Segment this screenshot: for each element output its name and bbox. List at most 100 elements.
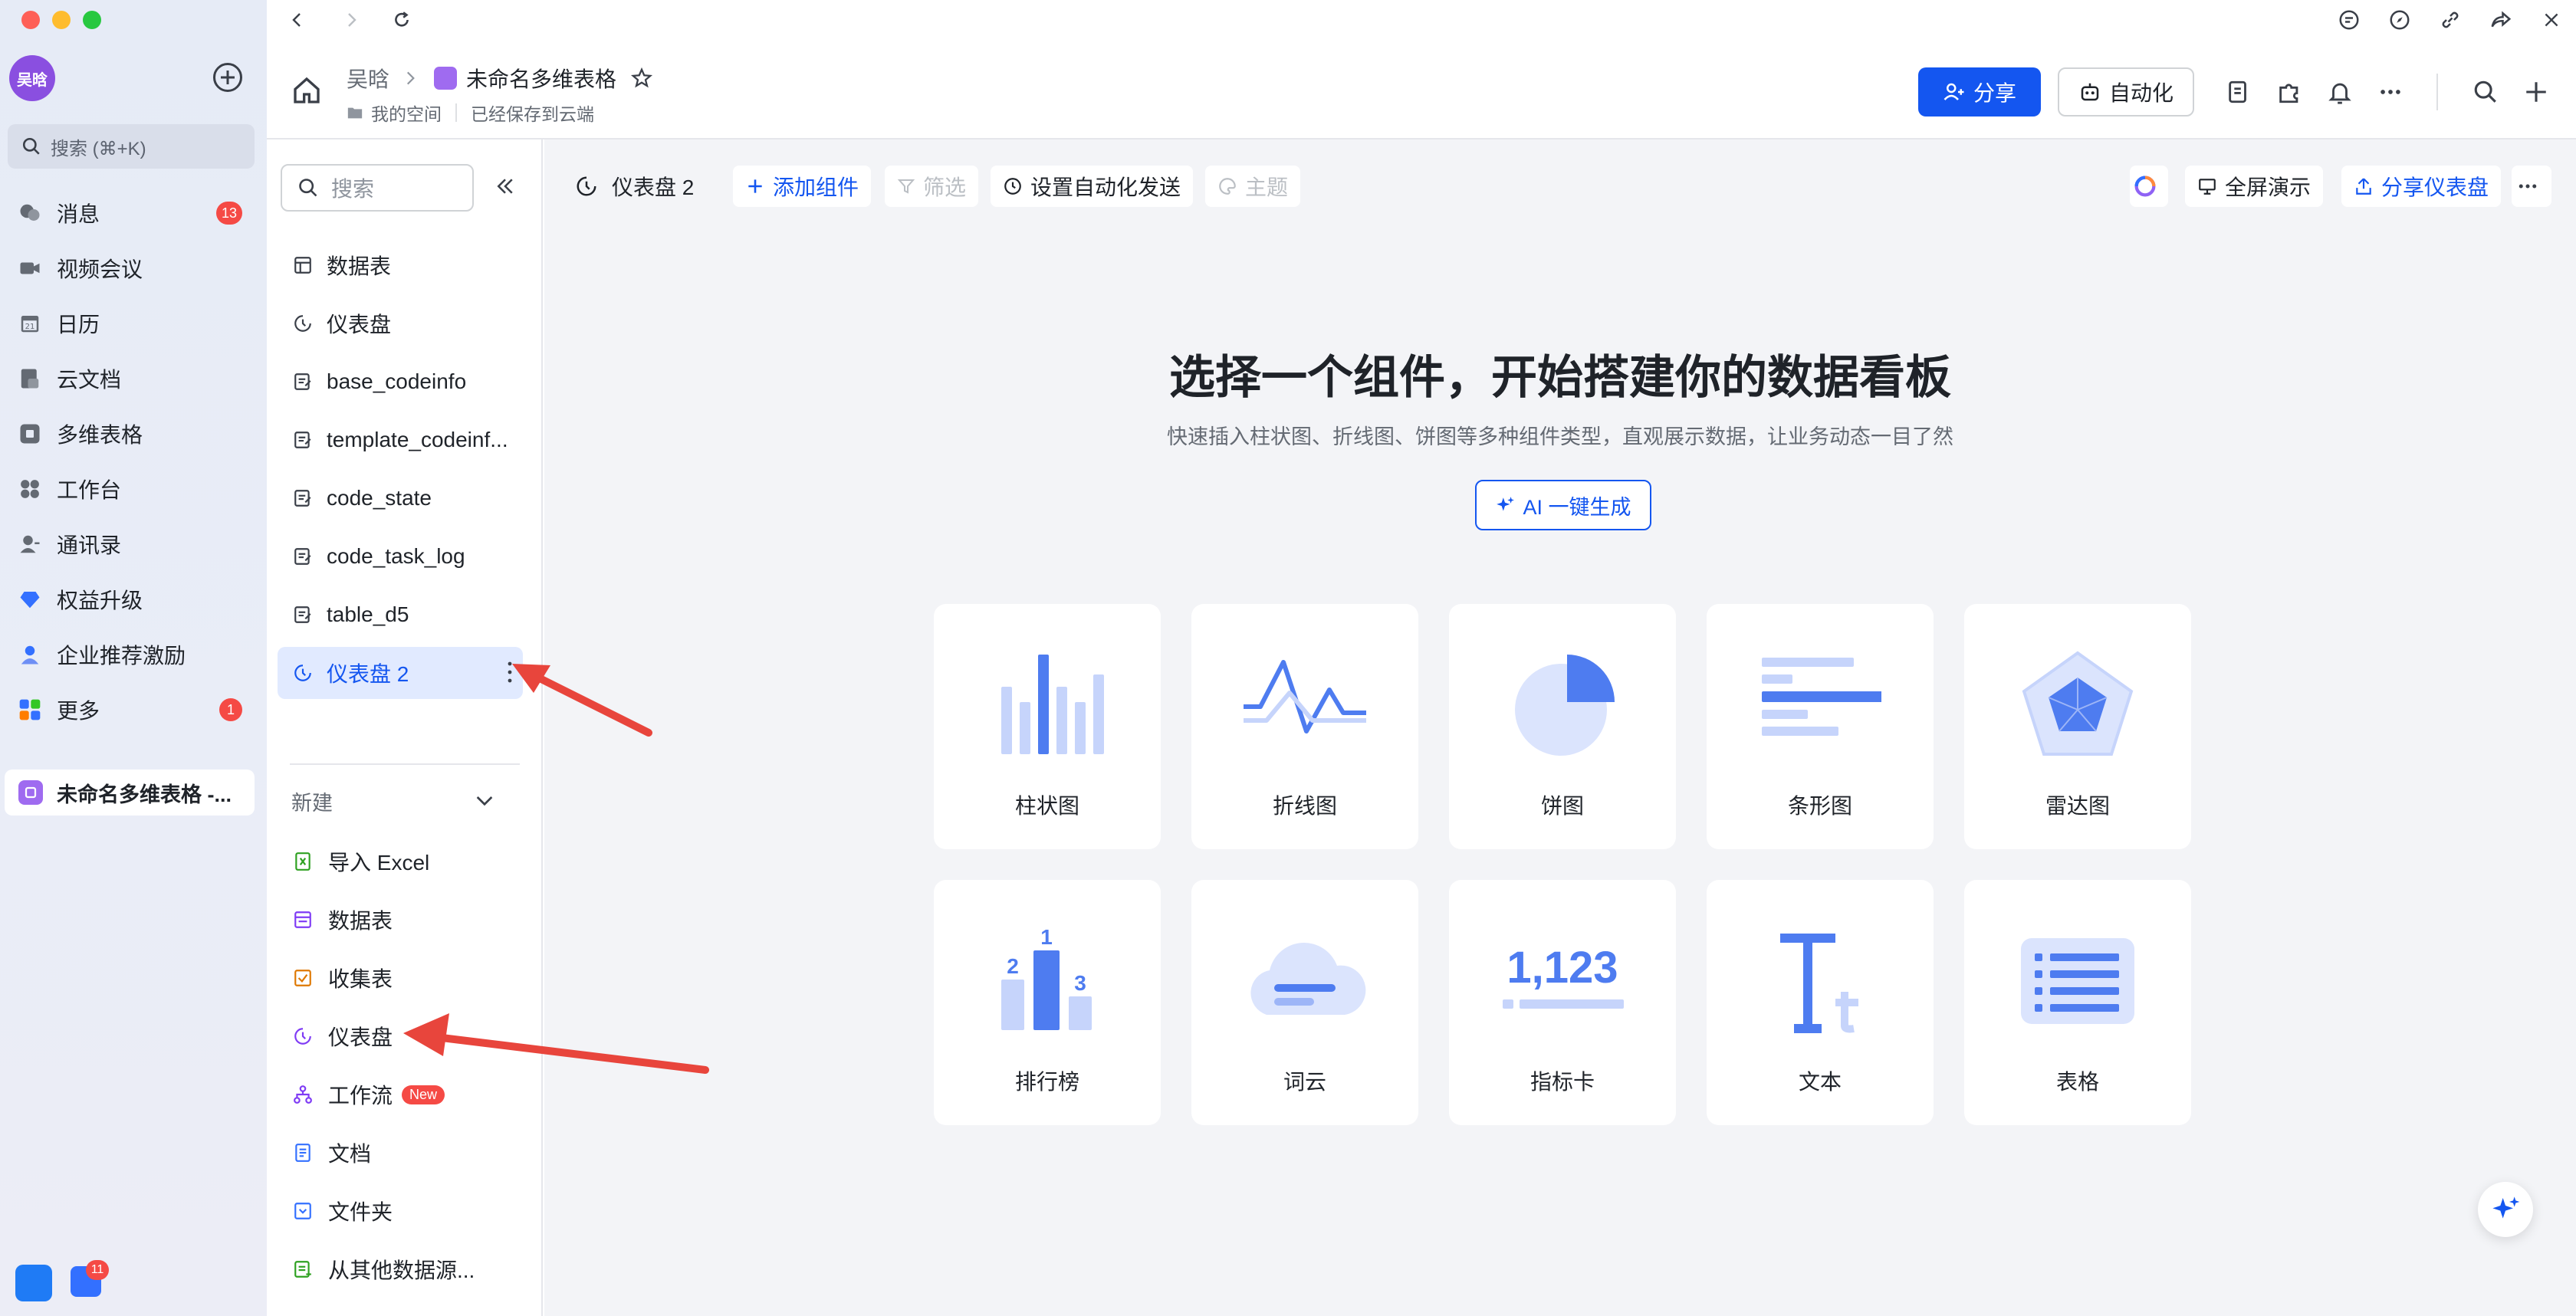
grid-table-icon bbox=[291, 908, 314, 931]
widget-card-line[interactable]: 折线图 bbox=[1191, 604, 1418, 849]
refresh-icon[interactable] bbox=[388, 6, 416, 34]
window-zoom-dot[interactable] bbox=[83, 11, 101, 29]
share-dashboard-button[interactable]: 分享仪表盘 bbox=[2341, 166, 2502, 207]
widget-card-pie[interactable]: 饼图 bbox=[1449, 604, 1676, 849]
close-icon[interactable] bbox=[2538, 6, 2565, 34]
ai-generate-label: AI 一键生成 bbox=[1523, 495, 1631, 519]
dashboard-more-button[interactable] bbox=[2512, 166, 2551, 207]
current-doc-tab[interactable]: 未命名多维表格 -... bbox=[5, 770, 255, 816]
comment-icon[interactable] bbox=[2335, 6, 2363, 34]
location-label[interactable]: 我的空间 bbox=[371, 100, 442, 126]
global-search[interactable]: 搜索 (⌘+K) bbox=[8, 124, 255, 169]
widget-label: 柱状图 bbox=[1014, 794, 1079, 818]
new-import-excel[interactable]: 导入 Excel bbox=[291, 840, 429, 883]
avatar[interactable]: 吴晗 bbox=[9, 55, 55, 101]
add-widget-button[interactable]: 添加组件 bbox=[733, 166, 872, 207]
widget-card-word-cloud[interactable]: 词云 bbox=[1191, 880, 1418, 1125]
ai-assistant-button[interactable] bbox=[2130, 166, 2168, 207]
create-plus-icon[interactable] bbox=[213, 63, 242, 92]
nav-upgrade[interactable]: 权益升级 bbox=[0, 575, 267, 624]
doc-title[interactable]: 未命名多维表格 bbox=[466, 63, 616, 94]
form-table-icon bbox=[291, 428, 314, 451]
nav-video-meeting[interactable]: 视频会议 bbox=[0, 244, 267, 293]
widget-card-text[interactable]: 文本 bbox=[1707, 880, 1934, 1125]
nav-label: 权益升级 bbox=[57, 589, 143, 612]
nav-more[interactable]: 更多 1 bbox=[0, 685, 267, 734]
star-icon[interactable] bbox=[630, 67, 653, 90]
new-document[interactable]: 文档 bbox=[291, 1131, 371, 1174]
nav-base[interactable]: 多维表格 bbox=[0, 409, 267, 458]
table-search-input[interactable]: 搜索 bbox=[281, 164, 474, 212]
automation-button[interactable]: 自动化 bbox=[2058, 67, 2194, 117]
nav-contacts[interactable]: 通讯录 bbox=[0, 520, 267, 569]
dashboard-toolbar: 仪表盘 2 添加组件 筛选 设置自动化发送 主题 全屏演示 分享仪表盘 bbox=[544, 139, 2576, 231]
nav-cloud-docs[interactable]: 云文档 bbox=[0, 354, 267, 403]
ai-assistant-fab[interactable] bbox=[2478, 1182, 2533, 1237]
plus-icon bbox=[748, 179, 762, 193]
plus-icon[interactable] bbox=[2521, 77, 2551, 107]
new-dashboard[interactable]: 仪表盘 bbox=[291, 1015, 393, 1058]
contacts-icon bbox=[17, 531, 43, 557]
widget-card-bar[interactable]: 柱状图 bbox=[934, 604, 1161, 849]
ai-generate-button[interactable]: AI 一键生成 bbox=[1475, 480, 1651, 530]
widget-card-horizontal-bar[interactable]: 条形图 bbox=[1707, 604, 1934, 849]
search-icon[interactable] bbox=[2470, 77, 2501, 107]
table-item-active[interactable]: 仪表盘 2 bbox=[278, 647, 523, 699]
new-form[interactable]: 收集表 bbox=[291, 957, 393, 999]
back-icon[interactable] bbox=[284, 6, 311, 34]
forward-share-icon[interactable] bbox=[2487, 6, 2515, 34]
table-item[interactable]: code_task_log bbox=[278, 530, 523, 583]
window-close-dot[interactable] bbox=[21, 11, 40, 29]
widget-card-radar[interactable]: 雷达图 bbox=[1964, 604, 2191, 849]
table-item[interactable]: 数据表 bbox=[278, 239, 523, 291]
doc-info-icon[interactable] bbox=[2223, 77, 2254, 107]
presentation-icon bbox=[2199, 179, 2216, 195]
nav-messages[interactable]: 消息 13 bbox=[0, 189, 267, 238]
auto-send-button[interactable]: 设置自动化发送 bbox=[991, 166, 1194, 207]
widget-card-metric[interactable]: 1,123 指标卡 bbox=[1449, 880, 1676, 1125]
new-data-table[interactable]: 数据表 bbox=[291, 898, 393, 941]
link-icon[interactable] bbox=[2436, 6, 2464, 34]
breadcrumb-owner[interactable]: 吴晗 bbox=[347, 63, 389, 94]
empty-state-subtitle: 快速插入柱状图、折线图、饼图等多种组件类型，直观展示数据，让业务动态一目了然 bbox=[1167, 425, 1953, 448]
table-icon bbox=[2021, 938, 2134, 1024]
new-item-label: 导入 Excel bbox=[328, 851, 430, 875]
dashboard-tab[interactable]: 仪表盘 2 bbox=[575, 166, 694, 207]
plugin-puzzle-icon[interactable] bbox=[2274, 77, 2305, 107]
table-item-label: code_state bbox=[327, 486, 432, 510]
widget-card-ranking[interactable]: 2 1 3 排行榜 bbox=[934, 880, 1161, 1125]
feishu-logo-icon[interactable] bbox=[15, 1265, 52, 1301]
table-item[interactable]: 仪表盘 bbox=[278, 297, 523, 350]
widget-card-table[interactable]: 表格 bbox=[1964, 880, 2191, 1125]
filter-button[interactable]: 筛选 bbox=[885, 166, 979, 207]
new-folder[interactable]: 文件夹 bbox=[291, 1190, 393, 1232]
share-button[interactable]: 分享 bbox=[1918, 67, 2041, 117]
shortcut-badge: 11 bbox=[86, 1260, 109, 1280]
fullscreen-present-button[interactable]: 全屏演示 bbox=[2185, 166, 2324, 207]
table-item[interactable]: code_state bbox=[278, 472, 523, 524]
rank-2-digit: 2 bbox=[1007, 954, 1019, 978]
theme-button[interactable]: 主题 bbox=[1205, 166, 1301, 207]
table-item-label: 数据表 bbox=[327, 254, 392, 278]
table-item[interactable]: table_d5 bbox=[278, 589, 523, 641]
more-horizontal-icon[interactable] bbox=[2375, 77, 2406, 107]
nav-label: 更多 bbox=[57, 699, 100, 723]
more-vertical-icon[interactable] bbox=[508, 661, 512, 684]
bell-icon[interactable] bbox=[2325, 77, 2355, 107]
compass-icon[interactable] bbox=[2386, 6, 2413, 34]
table-item[interactable]: template_codeinf... bbox=[278, 414, 523, 466]
collapse-panel-icon[interactable] bbox=[494, 175, 517, 198]
forward-icon[interactable] bbox=[337, 6, 365, 34]
current-doc-title: 未命名多维表格 -... bbox=[57, 783, 232, 806]
nav-referral[interactable]: 企业推荐激励 bbox=[0, 630, 267, 679]
table-item[interactable]: base_codeinfo bbox=[278, 356, 523, 408]
nav-label: 消息 bbox=[57, 202, 100, 226]
new-from-data-source[interactable]: 从其他数据源... bbox=[291, 1248, 475, 1291]
chevron-down-icon[interactable] bbox=[472, 788, 497, 812]
new-workflow[interactable]: 工作流 New bbox=[291, 1073, 445, 1116]
window-minimize-dot[interactable] bbox=[52, 11, 71, 29]
nav-calendar[interactable]: 21 日历 bbox=[0, 299, 267, 348]
home-icon[interactable] bbox=[291, 75, 322, 106]
form-table-icon bbox=[291, 487, 314, 510]
nav-workplace[interactable]: 工作台 bbox=[0, 464, 267, 514]
